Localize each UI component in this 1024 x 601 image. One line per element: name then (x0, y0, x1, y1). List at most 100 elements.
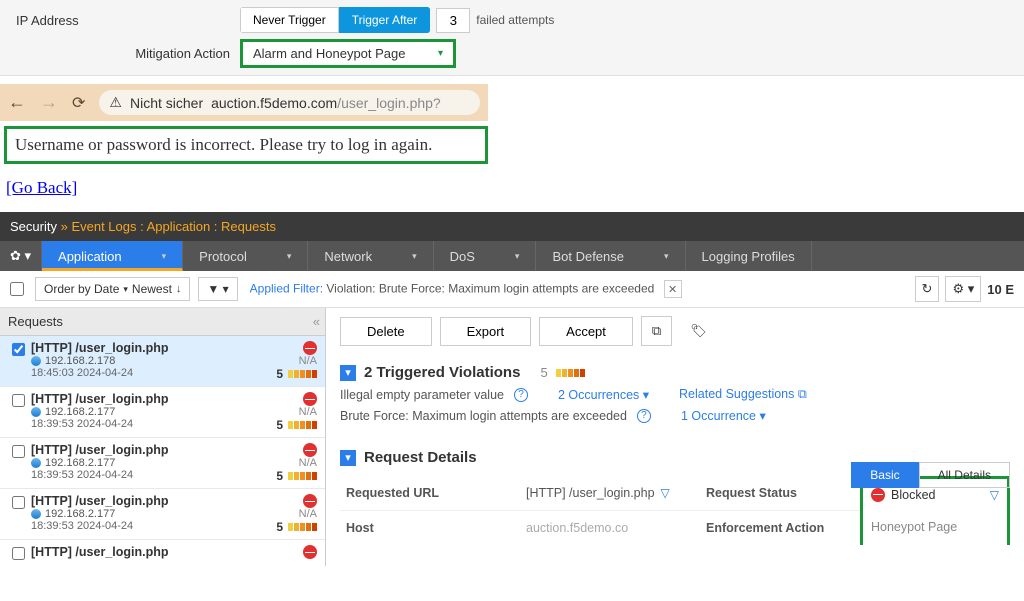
chevron-down-icon: ▾ (287, 251, 292, 262)
row-na: N/A (276, 508, 317, 520)
request-row[interactable]: [HTTP] /user_login.php 192.168.2.177 18:… (0, 489, 325, 540)
violations-header: ▾ 2 Triggered Violations 5 (340, 364, 1010, 381)
row-na: N/A (276, 355, 317, 367)
tag-icon[interactable]: 🏷 (680, 317, 717, 345)
row-checkbox[interactable] (12, 445, 25, 458)
host-value: auction.f5demo.co (520, 510, 700, 545)
tab-protocol[interactable]: Protocol▾ (183, 241, 308, 271)
basic-toggle[interactable]: Basic (851, 462, 918, 488)
mitigation-select[interactable]: Alarm and Honeypot Page ▾ (240, 39, 456, 68)
mitigation-label: Mitigation Action (8, 46, 240, 61)
severity-bars (556, 369, 585, 377)
collapse-pane-icon[interactable]: « (313, 314, 317, 329)
globe-icon (31, 458, 41, 468)
security-breadcrumb: Security » Event Logs : Application : Re… (0, 212, 1024, 241)
url-host: auction.f5demo.com (211, 95, 337, 111)
order-by-button[interactable]: Order by Date ▾ Newest ↓ (35, 277, 190, 301)
trigger-after-button[interactable]: Trigger After (339, 7, 431, 33)
tab-network[interactable]: Network▾ (308, 241, 433, 271)
row-time: 18:39:53 2024-04-24 (31, 418, 276, 430)
attempts-input[interactable] (436, 8, 470, 33)
related-suggestions-link[interactable]: Related Suggestions ⧉ (679, 387, 807, 402)
request-status-label: Request Status (700, 476, 860, 510)
occurrences-link-1[interactable]: 2 Occurrences ▾ (558, 387, 649, 402)
filter-funnel-icon[interactable]: ▽ (990, 488, 999, 502)
row-time: 18:39:53 2024-04-24 (31, 520, 276, 532)
blocked-icon: — (303, 443, 317, 457)
row-checkbox[interactable] (12, 496, 25, 509)
chevron-down-icon: ▾ (438, 48, 443, 59)
filter-row: Order by Date ▾ Newest ↓ ▼ ▾ Applied Fil… (0, 271, 1024, 308)
occurrences-link-2[interactable]: 1 Occurrence ▾ (681, 408, 766, 423)
chevron-down-icon: ▾ (515, 251, 520, 262)
row-ip: 192.168.2.177 (31, 406, 276, 418)
enforcement-label: Enforcement Action (700, 510, 860, 545)
request-row[interactable]: [HTTP] /user_login.php 192.168.2.178 18:… (0, 336, 325, 387)
back-arrow-icon[interactable]: ← (8, 92, 26, 113)
request-row[interactable]: [HTTP] /user_login.php — (0, 540, 325, 566)
row-severity: 5 (276, 367, 317, 381)
filter-icon[interactable]: ▼ ▾ (198, 277, 237, 301)
external-link-icon: ⧉ (798, 387, 807, 401)
chevron-down-icon: ▾ (412, 251, 417, 262)
row-title: [HTTP] /user_login.php (31, 494, 276, 508)
row-ip: 192.168.2.177 (31, 508, 276, 520)
never-trigger-button[interactable]: Never Trigger (240, 7, 339, 33)
row-ip: 192.168.2.177 (31, 457, 276, 469)
login-error-message: Username or password is incorrect. Pleas… (4, 126, 488, 164)
gear-tab[interactable]: ✿ ▾ (0, 241, 42, 271)
settings-gear-button[interactable]: ⚙ ▾ (945, 276, 981, 302)
mitigation-value: Alarm and Honeypot Page (253, 46, 405, 61)
trigger-toggle-group: Never Trigger Trigger After (240, 7, 430, 33)
collapse-details-icon[interactable]: ▾ (340, 450, 356, 466)
globe-icon (31, 356, 41, 366)
tab-application[interactable]: Application▾ (42, 241, 183, 271)
insecure-warning-icon: ⚠ (109, 94, 122, 111)
all-details-toggle[interactable]: All Details (919, 462, 1010, 488)
refresh-button[interactable]: ↻ (915, 276, 940, 302)
request-row[interactable]: [HTTP] /user_login.php 192.168.2.177 18:… (0, 438, 325, 489)
entry-count: 10 (987, 282, 1001, 297)
row-title: [HTTP] /user_login.php (31, 392, 276, 406)
globe-icon (31, 509, 41, 519)
content-panes: Requests « [HTTP] /user_login.php 192.16… (0, 308, 1024, 566)
export-button[interactable]: Export (440, 317, 532, 346)
breadcrumb-path: Event Logs : Application : Requests (71, 219, 276, 234)
row-ip: 192.168.2.178 (31, 355, 276, 367)
filter-funnel-icon[interactable]: ▽ (661, 486, 670, 500)
browser-bar: ← → ⟳ ⚠ Nicht sicher auction.f5demo.com/… (0, 84, 488, 121)
row-na: N/A (276, 406, 317, 418)
refresh-icon[interactable]: ⟳ (72, 93, 85, 113)
details-title: Request Details (364, 449, 477, 466)
comment-icon[interactable]: ⧉ (641, 316, 672, 346)
row-severity: 5 (276, 520, 317, 534)
row-time: 18:39:53 2024-04-24 (31, 469, 276, 481)
collapse-violations-icon[interactable]: ▾ (340, 365, 356, 381)
url-path: /user_login.php? (337, 95, 441, 111)
tab-dos[interactable]: DoS▾ (434, 241, 537, 271)
requested-url-label: Requested URL (340, 476, 520, 510)
ip-address-label: IP Address (8, 13, 240, 28)
blocked-icon: — (303, 341, 317, 355)
help-icon[interactable]: ? (637, 409, 651, 423)
row-checkbox[interactable] (12, 547, 25, 560)
blocked-icon: — (303, 545, 317, 559)
tab-logging[interactable]: Logging Profiles (686, 241, 812, 271)
address-bar[interactable]: ⚠ Nicht sicher auction.f5demo.com/user_l… (99, 90, 480, 115)
row-severity: 5 (276, 469, 317, 483)
delete-button[interactable]: Delete (340, 317, 432, 346)
insecure-label: Nicht sicher (130, 95, 203, 111)
select-all-checkbox[interactable] (10, 282, 24, 296)
request-row[interactable]: [HTTP] /user_login.php 192.168.2.177 18:… (0, 387, 325, 438)
tab-bot-defense[interactable]: Bot Defense▾ (536, 241, 685, 271)
help-icon[interactable]: ? (514, 388, 528, 402)
forward-arrow-icon[interactable]: → (40, 92, 58, 113)
remove-filter-button[interactable]: ✕ (664, 280, 682, 298)
go-back-link[interactable]: [Go Back] (6, 178, 77, 198)
row-checkbox[interactable] (12, 394, 25, 407)
blocked-icon: — (303, 392, 317, 406)
accept-button[interactable]: Accept (539, 317, 633, 346)
attempts-suffix: failed attempts (476, 13, 554, 27)
row-severity: 5 (276, 418, 317, 432)
row-checkbox[interactable] (12, 343, 25, 356)
